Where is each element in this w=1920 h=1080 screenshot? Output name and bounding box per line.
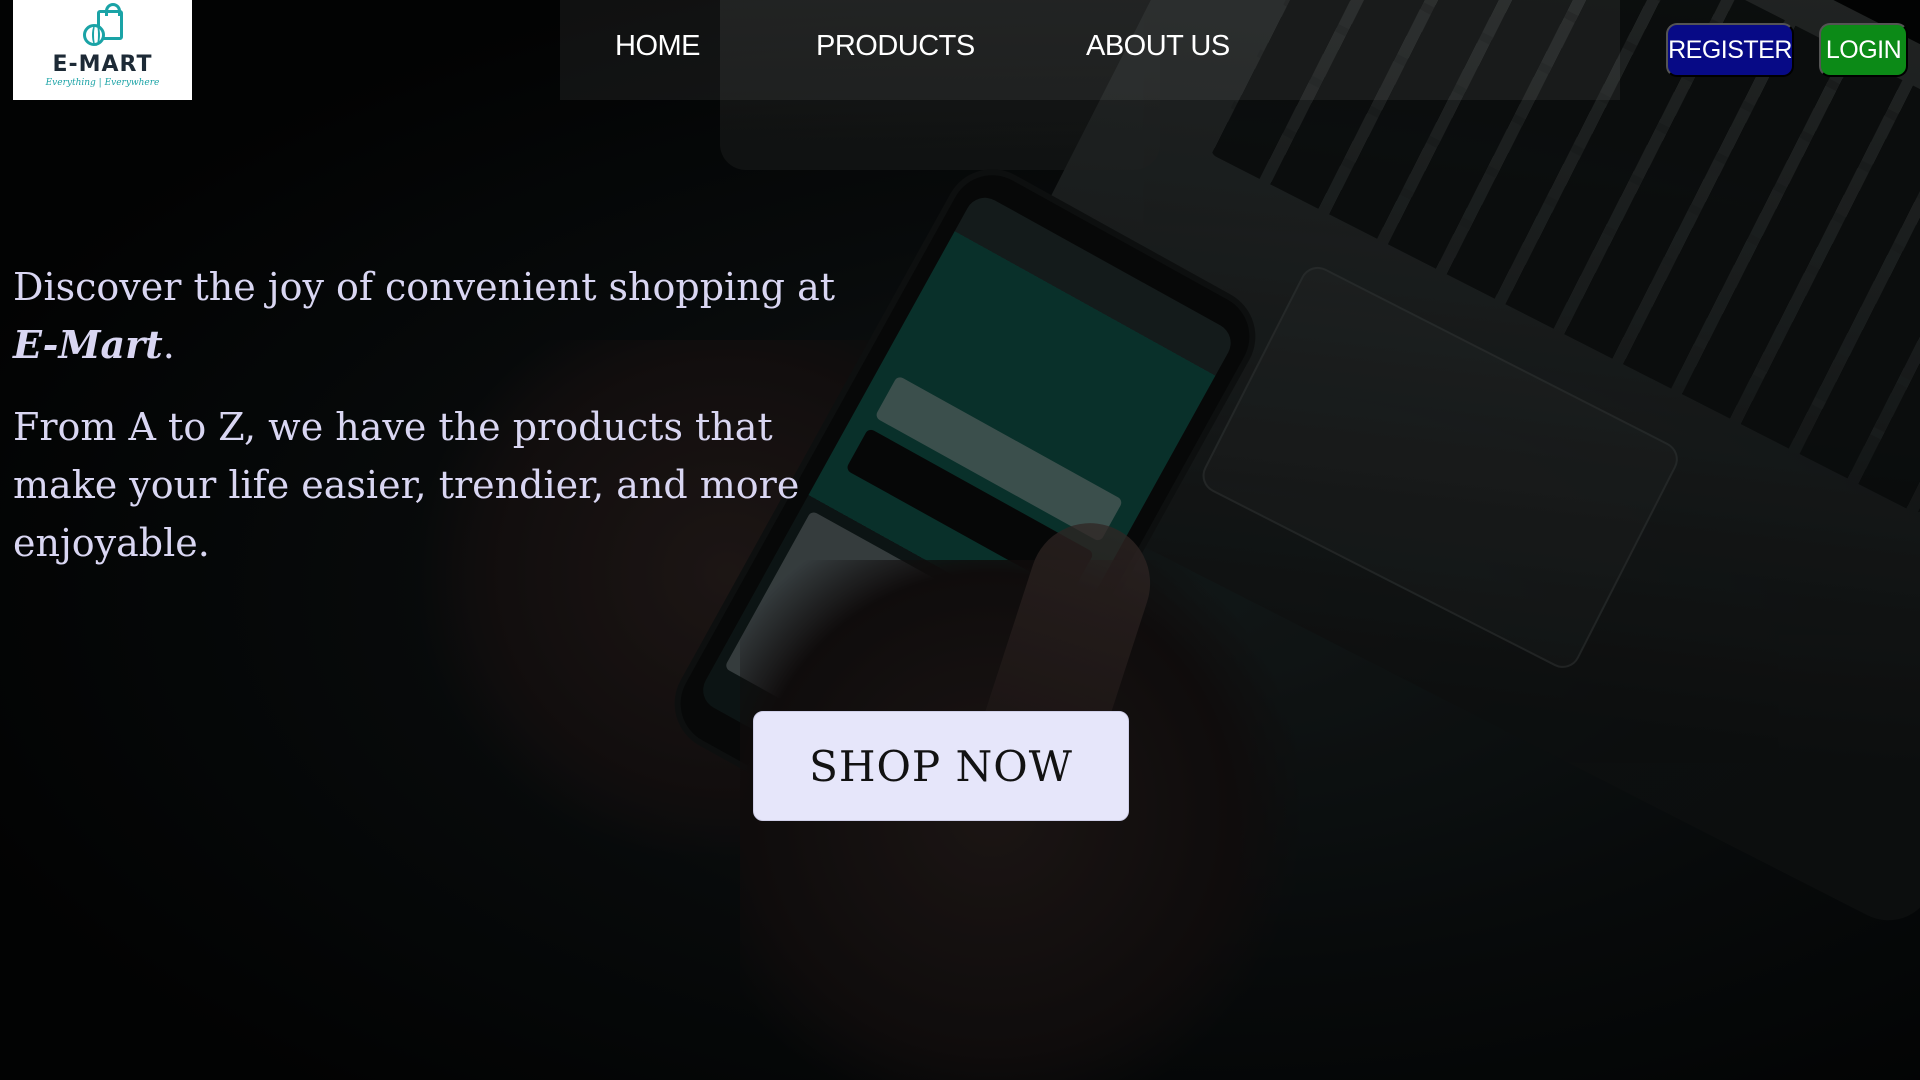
nav-products-link[interactable]: PRODUCTS — [816, 30, 975, 63]
hero-headline-end: . — [162, 323, 175, 367]
logo-tagline: Everything | Everywhere — [45, 78, 160, 88]
hero-headline-text: Discover the joy of convenient shopping … — [13, 265, 836, 309]
globe-icon-part — [82, 24, 105, 46]
hero-section: Discover the joy of convenient shopping … — [13, 258, 913, 572]
logo-name: E-MART — [52, 52, 153, 77]
register-button[interactable]: REGISTER — [1666, 23, 1794, 77]
site-header: E-MART Everything | Everywhere HOME PROD… — [0, 0, 1920, 100]
hero-headline: Discover the joy of convenient shopping … — [13, 258, 913, 374]
site-logo[interactable]: E-MART Everything | Everywhere — [13, 0, 192, 100]
nav-home-link[interactable]: HOME — [615, 30, 701, 63]
hero-brand-name: E-Mart — [13, 322, 163, 367]
shop-now-button[interactable]: SHOP NOW — [753, 711, 1129, 821]
login-button[interactable]: LOGIN — [1819, 23, 1908, 77]
shopping-bag-globe-icon — [79, 3, 127, 50]
nav-about-us-link[interactable]: ABOUT US — [1086, 30, 1230, 63]
hero-description: From A to Z, we have the products that m… — [13, 405, 800, 565]
